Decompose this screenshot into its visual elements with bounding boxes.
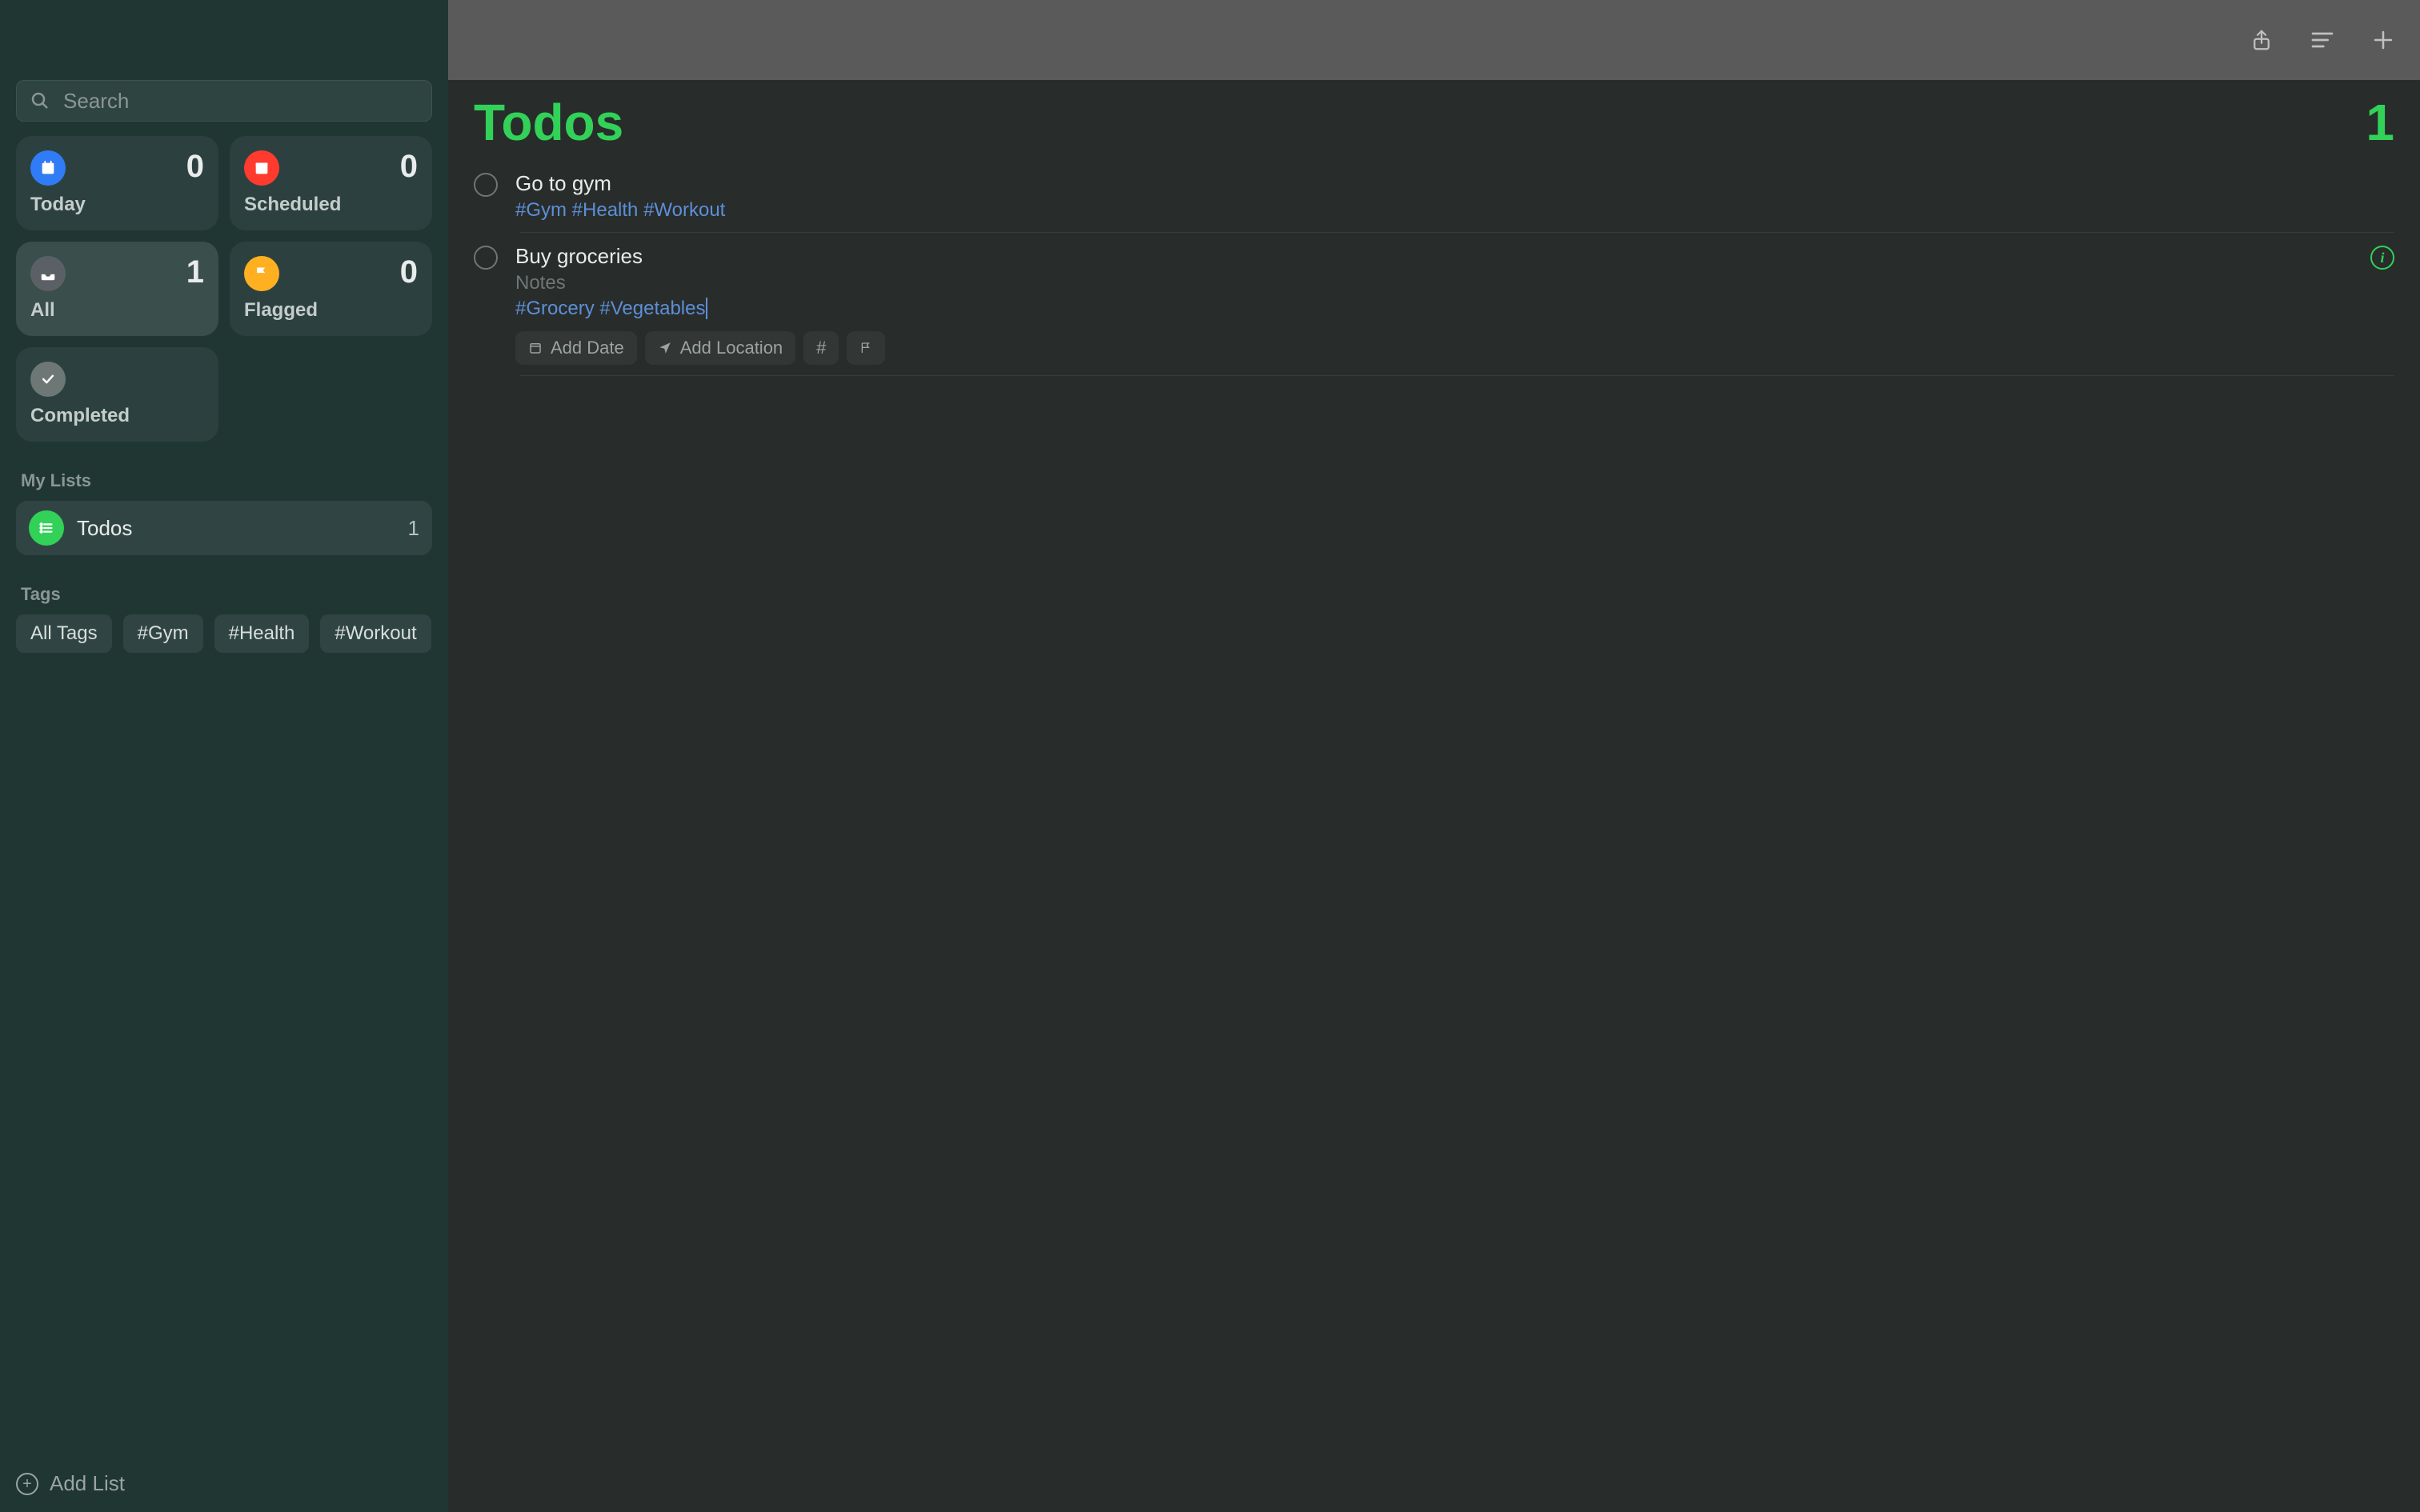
search-input[interactable] — [16, 80, 432, 122]
calendar-icon — [244, 150, 279, 186]
smart-completed[interactable]: Completed — [16, 347, 218, 442]
add-location-label: Add Location — [680, 338, 783, 358]
add-date-button[interactable]: Add Date — [515, 331, 637, 365]
smart-scheduled-label: Scheduled — [244, 194, 418, 216]
flag-icon — [244, 256, 279, 291]
list-name: Todos — [77, 516, 395, 541]
smart-flagged-count: 0 — [400, 256, 418, 288]
search-icon — [30, 91, 50, 110]
reminder-item[interactable]: Buy groceries Notes #Grocery #Vegetables… — [474, 233, 2394, 376]
reminder-tags[interactable]: #Gym #Health #Workout — [515, 199, 2394, 222]
tag-health[interactable]: #Health — [214, 614, 310, 653]
section-tags: Tags — [16, 584, 432, 605]
page-title: Todos — [474, 93, 623, 152]
add-location-button[interactable]: Add Location — [645, 331, 795, 365]
main-panel: Todos 1 Go to gym #Gym #Health #Workout … — [448, 0, 2420, 1512]
tag-gym[interactable]: #Gym — [123, 614, 203, 653]
add-date-label: Add Date — [551, 338, 624, 358]
sort-icon[interactable] — [2310, 27, 2335, 53]
flag-small-icon — [859, 342, 872, 354]
reminder-notes-placeholder[interactable]: Notes — [515, 272, 2353, 294]
checkmark-icon — [30, 362, 66, 397]
list-bullet-icon — [29, 510, 64, 546]
reminder-item[interactable]: Go to gym #Gym #Health #Workout — [474, 160, 2394, 233]
flag-button[interactable] — [847, 331, 885, 365]
tag-all[interactable]: All Tags — [16, 614, 112, 653]
tag-workout[interactable]: #Workout — [320, 614, 431, 653]
reminder-title[interactable]: Buy groceries — [515, 244, 2353, 269]
share-icon[interactable] — [2249, 27, 2274, 53]
tray-icon — [30, 256, 66, 291]
calendar-small-icon — [528, 341, 543, 355]
search-wrap — [16, 80, 432, 122]
reminder-tags-text: #Grocery #Vegetables — [515, 298, 705, 319]
smart-all-count: 1 — [186, 256, 204, 288]
calendar-day-icon — [30, 150, 66, 186]
smart-flagged-label: Flagged — [244, 299, 418, 322]
add-list-button[interactable]: + Add List — [16, 1471, 125, 1496]
smart-lists: 0 Today 0 Scheduled 1 — [16, 136, 432, 442]
smart-all-label: All — [30, 299, 204, 322]
add-list-label: Add List — [50, 1471, 125, 1496]
content: Todos 1 Go to gym #Gym #Health #Workout … — [448, 80, 2420, 1512]
sidebar: 0 Today 0 Scheduled 1 — [0, 0, 448, 1512]
info-icon[interactable]: i — [2370, 246, 2394, 270]
smart-completed-label: Completed — [30, 405, 204, 427]
text-cursor — [705, 298, 707, 319]
smart-all[interactable]: 1 All — [16, 242, 218, 336]
smart-today[interactable]: 0 Today — [16, 136, 218, 230]
smart-scheduled[interactable]: 0 Scheduled — [230, 136, 432, 230]
completion-radio[interactable] — [474, 246, 498, 270]
location-arrow-icon — [658, 341, 672, 355]
tags-container: All Tags #Gym #Health #Workout — [16, 614, 432, 653]
hash-icon: # — [816, 338, 826, 358]
reminder-tags[interactable]: #Grocery #Vegetables — [515, 298, 2353, 320]
completion-radio[interactable] — [474, 173, 498, 197]
smart-flagged[interactable]: 0 Flagged — [230, 242, 432, 336]
sidebar-list-todos[interactable]: Todos 1 — [16, 501, 432, 555]
list-count: 1 — [408, 516, 419, 541]
plus-circle-icon: + — [16, 1473, 38, 1495]
smart-today-label: Today — [30, 194, 204, 216]
add-tag-button[interactable]: # — [803, 331, 839, 365]
toolbar — [448, 0, 2420, 80]
page-count: 1 — [2366, 93, 2394, 152]
smart-today-count: 0 — [186, 150, 204, 182]
section-my-lists: My Lists — [16, 470, 432, 491]
reminder-title[interactable]: Go to gym — [515, 171, 2394, 196]
smart-scheduled-count: 0 — [400, 150, 418, 182]
add-icon[interactable] — [2370, 27, 2396, 53]
